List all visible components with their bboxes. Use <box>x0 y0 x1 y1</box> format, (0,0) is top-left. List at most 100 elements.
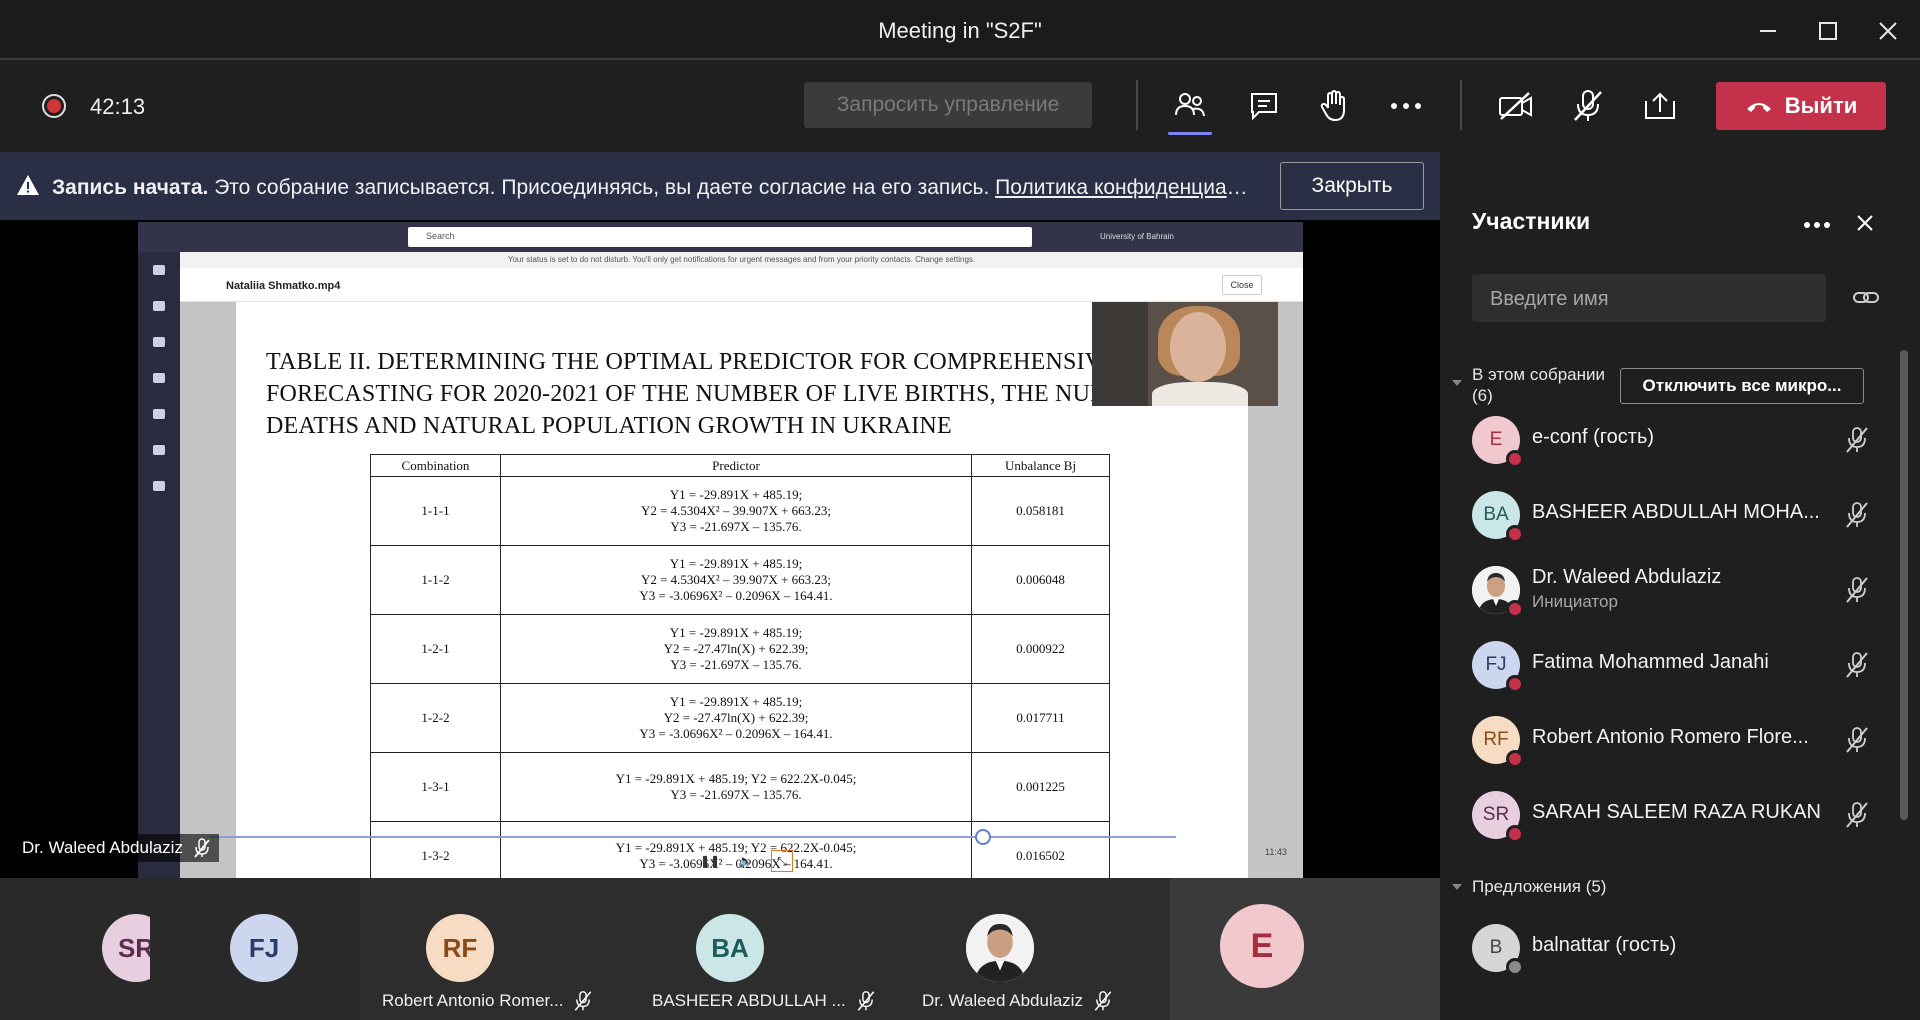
share-screen-button[interactable] <box>1636 84 1684 128</box>
meeting-timer: 42:13 <box>90 94 146 119</box>
mic-toggle-button[interactable] <box>1564 84 1612 128</box>
mute-all-button[interactable]: Отключить все микро... <box>1620 368 1864 404</box>
participant-tile[interactable] <box>1170 878 1440 1020</box>
copy-link-button[interactable] <box>1852 286 1880 313</box>
participant-mic-button[interactable] <box>1844 576 1870 609</box>
video-progress-knob[interactable] <box>975 829 991 845</box>
banner-close-button[interactable]: Закрыть <box>1280 162 1424 210</box>
activity-icon <box>138 252 180 288</box>
exit-fullscreen-icon: ⤡ <box>771 850 794 872</box>
tile-name-label: BASHEER ABDULLAH ... <box>652 991 846 1010</box>
status-badge <box>1506 958 1524 976</box>
pause-icon: ❚❚ <box>700 854 721 868</box>
table-cell-unbalance: 0.006048 <box>971 545 1110 615</box>
panel-more-button[interactable] <box>1804 216 1830 234</box>
suggested-row[interactable]: Bbalnattar (гость) <box>1472 918 1902 978</box>
files-icon <box>138 468 180 504</box>
camera-off-icon <box>1499 92 1532 120</box>
shared-screen: Search University of Bahrain Your status… <box>138 222 1303 878</box>
participant-row[interactable]: Dr. Waleed Abdulaziz Инициатор <box>1472 560 1902 620</box>
link-icon <box>1853 292 1879 303</box>
participant-name: SARAH SALEEM RAZA RUKAN <box>1532 801 1821 823</box>
participant-mic-button[interactable] <box>1844 801 1870 834</box>
participant-row[interactable]: FJ Fatima Mohammed Janahi <box>1472 635 1902 695</box>
mic-off-icon <box>1846 727 1868 753</box>
toolbar-divider <box>1460 80 1462 130</box>
participant-mic-button[interactable] <box>1844 651 1870 684</box>
table-cell-unbalance: 0.001225 <box>971 752 1110 822</box>
participant-role: Инициатор <box>1532 592 1618 611</box>
close-icon <box>1879 22 1897 40</box>
table-header: Combination <box>370 454 501 477</box>
camera-toggle-button[interactable] <box>1492 84 1540 128</box>
calls-icon <box>138 432 180 468</box>
mic-off-icon <box>1094 991 1112 1011</box>
mic-off-icon <box>1846 652 1868 678</box>
presenter-name: Dr. Waleed Abdulaziz <box>22 838 183 857</box>
more-icon <box>1804 222 1830 228</box>
leave-button[interactable]: Выйти <box>1716 82 1886 130</box>
participant-mic-button[interactable] <box>1844 726 1870 759</box>
in-meeting-section[interactable]: В этом собрании (6) <box>1472 364 1605 406</box>
chat-button[interactable] <box>1240 84 1288 128</box>
tile-name: Dr. Waleed Abdulaziz <box>922 990 1113 1012</box>
section-chevron-icon[interactable] <box>1452 380 1462 386</box>
status-badge <box>1506 450 1524 468</box>
table-cell-predictor: Y1 = -29.891X + 485.19; Y2 = -27.47ln(X)… <box>500 614 972 684</box>
avatar: RF <box>426 914 494 982</box>
mic-off-icon <box>194 838 210 858</box>
participant-search-input[interactable]: Введите имя <box>1472 274 1826 322</box>
avatar: BA <box>696 914 764 982</box>
table-cell-unbalance: 0.000922 <box>971 614 1110 684</box>
tile-name: Robert Antonio Romer... <box>382 990 593 1012</box>
participants-active-indicator <box>1168 132 1212 135</box>
raise-hand-button[interactable] <box>1310 84 1358 128</box>
maximize-button[interactable] <box>1808 14 1848 48</box>
shared-dnd-notice: Your status is set to do not disturb. Yo… <box>180 252 1303 268</box>
tile-name-label: Robert Antonio Romer... <box>382 991 564 1010</box>
presenter-name-tag: Dr. Waleed Abdulaziz <box>14 834 219 862</box>
privacy-policy-link[interactable]: Политика конфиденциаль... <box>995 176 1252 199</box>
participant-row[interactable]: SR SARAH SALEEM RAZA RUKAN <box>1472 785 1902 845</box>
suggestions-section[interactable]: Предложения (5) <box>1472 876 1606 897</box>
video-time: 11:43 <box>1265 847 1287 857</box>
minimize-icon <box>1760 30 1776 32</box>
participant-row[interactable]: BA BASHEER ABDULLAH MOHA... <box>1472 485 1902 545</box>
participant-name: Robert Antonio Romero Flore... <box>1532 726 1809 748</box>
more-actions-button[interactable] <box>1382 84 1430 128</box>
panel-close-button[interactable] <box>1856 214 1874 237</box>
status-badge <box>1506 675 1524 693</box>
panel-scrollbar[interactable] <box>1900 350 1908 820</box>
predictor-table: Combination Predictor Unbalance Bj 1-1-1… <box>370 454 1110 878</box>
video-controls: ❚❚ 🔈 ⤡ <box>700 850 794 872</box>
shared-org-label: University of Bahrain <box>1100 232 1174 241</box>
hang-up-icon <box>1746 103 1771 112</box>
mic-off-icon <box>575 991 592 1011</box>
maximize-icon <box>1819 22 1837 40</box>
status-badge <box>1506 750 1524 768</box>
participants-button[interactable] <box>1166 84 1214 135</box>
video-progress-bar[interactable] <box>210 836 1176 838</box>
presentation-slide: TABLE II. DETERMINING THE OPTIMAL PREDIC… <box>236 302 1278 878</box>
participant-row[interactable]: RF Robert Antonio Romero Flore... <box>1472 710 1902 770</box>
video-letterbox-left <box>180 302 236 878</box>
table-cell-combination: 1-1-1 <box>370 476 501 546</box>
shared-close-button: Close <box>1222 275 1262 295</box>
status-badge <box>1506 825 1524 843</box>
participant-mic-button[interactable] <box>1844 501 1870 534</box>
table-cell-combination: 1-2-2 <box>370 683 501 753</box>
mic-off-icon <box>1846 502 1868 528</box>
avatar: E <box>1220 904 1304 988</box>
table-cell-unbalance: 0.017711 <box>971 683 1110 753</box>
section-chevron-icon[interactable] <box>1452 884 1462 890</box>
title-bar: Meeting in "S2F" <box>0 0 1920 60</box>
table-cell-combination: 1-2-1 <box>370 614 501 684</box>
request-control-button[interactable]: Запросить управление <box>804 82 1092 128</box>
participant-mic-button[interactable] <box>1844 426 1870 459</box>
participant-row[interactable]: Ee-conf (гость) <box>1472 410 1902 470</box>
mic-off-icon <box>1846 577 1868 603</box>
close-window-button[interactable] <box>1868 14 1908 48</box>
minimize-button[interactable] <box>1748 14 1788 48</box>
table-header: Predictor <box>500 454 972 477</box>
table-cell-combination: 1-3-2 <box>370 821 501 878</box>
